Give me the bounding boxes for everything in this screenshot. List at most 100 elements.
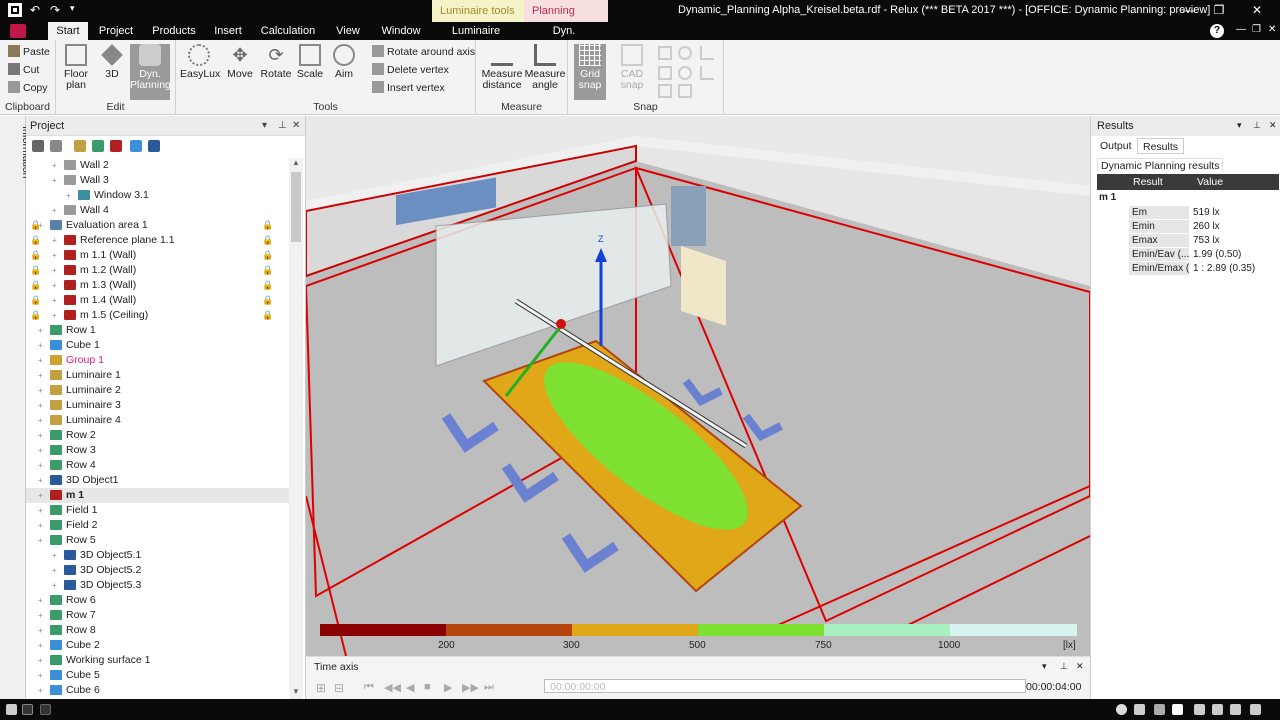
chair-tool-icon[interactable] xyxy=(148,140,160,152)
tree-item[interactable]: + Row 5 xyxy=(26,533,290,548)
view-top-icon[interactable] xyxy=(1230,704,1241,715)
tree-item[interactable]: + Row 6 xyxy=(26,593,290,608)
time-axis-close-icon[interactable]: ✕ xyxy=(1076,661,1084,672)
layers-icon[interactable] xyxy=(50,140,62,152)
tab-output[interactable]: Output xyxy=(1095,138,1137,154)
ribbon-restore-icon[interactable]: ❐ xyxy=(1252,24,1261,35)
tree-scrollbar[interactable]: ▲ ▼ xyxy=(289,158,303,699)
expand-icon[interactable]: + xyxy=(38,488,43,503)
lock-icon[interactable]: 🔒 xyxy=(262,263,273,278)
lock-icon[interactable]: 🔒 xyxy=(262,233,273,248)
expand-icon[interactable]: + xyxy=(38,668,43,683)
time-axis-menu-icon[interactable]: ▾ xyxy=(1042,661,1047,672)
easylux-button[interactable]: EasyLux xyxy=(180,44,220,100)
result-row[interactable]: Emin/Eav (... 1.99 (0.50) xyxy=(1097,248,1279,262)
add-keyframe-icon[interactable]: ⊞ xyxy=(316,681,326,695)
expand-icon[interactable]: + xyxy=(38,428,43,443)
plane-tool-icon[interactable] xyxy=(110,140,122,152)
tree-item[interactable]: + m 1.5 (Ceiling) 🔒 🔒 xyxy=(26,308,290,323)
redo-icon[interactable]: ↷ xyxy=(50,3,60,17)
expand-icon[interactable]: + xyxy=(38,653,43,668)
dynamic-planning-results-tab[interactable]: Dynamic Planning results xyxy=(1097,158,1224,172)
tree-item[interactable]: + Luminaire 4 xyxy=(26,413,290,428)
expand-icon[interactable]: + xyxy=(38,398,43,413)
maximize-button[interactable]: ❐ xyxy=(1206,0,1232,22)
tree-item[interactable]: + Wall 4 xyxy=(26,203,290,218)
cad-snap-button[interactable]: CAD snap xyxy=(616,44,648,100)
snap-midpoint-icon[interactable] xyxy=(678,84,692,98)
context-tab-planning-tools[interactable]: Planning Tools xyxy=(524,0,608,39)
expand-icon[interactable]: + xyxy=(52,158,57,173)
tab-results[interactable]: Results xyxy=(1137,138,1185,154)
3d-view-button[interactable]: 3D xyxy=(96,44,128,100)
tab-calculation[interactable]: Calculation xyxy=(258,22,318,40)
close-button[interactable]: ✕ xyxy=(1244,0,1270,22)
aim-button[interactable]: Aim xyxy=(328,44,360,100)
luminaire-tool-icon[interactable] xyxy=(74,140,86,152)
lock-icon[interactable]: 🔒 xyxy=(262,248,273,263)
panel-menu-icon[interactable]: ▾ xyxy=(262,120,267,131)
tab-start[interactable]: Start xyxy=(48,22,88,40)
tree-item[interactable]: + Row 1 xyxy=(26,323,290,338)
minimize-button[interactable]: — xyxy=(1176,0,1202,22)
copy-button[interactable]: Copy xyxy=(8,80,48,96)
remove-keyframe-icon[interactable]: ⊟ xyxy=(334,681,344,695)
results-menu-icon[interactable]: ▾ xyxy=(1237,120,1242,131)
expand-icon[interactable]: + xyxy=(38,353,43,368)
expand-icon[interactable]: + xyxy=(52,293,57,308)
play-back-icon[interactable]: ◀ xyxy=(406,681,414,694)
tree-item[interactable]: + Wall 2 xyxy=(26,158,290,173)
tree-item[interactable]: + Cube 2 xyxy=(26,638,290,653)
expand-icon[interactable]: + xyxy=(38,368,43,383)
tree-item[interactable]: + Window 3.1 xyxy=(26,188,290,203)
grid-snap-button[interactable]: Grid snap xyxy=(574,44,606,100)
expand-icon[interactable]: + xyxy=(38,383,43,398)
tab-project[interactable]: Project xyxy=(94,22,138,40)
lock-icon[interactable]: 🔒 xyxy=(30,248,41,263)
tree-item[interactable]: + Luminaire 1 xyxy=(26,368,290,383)
view-side-icon[interactable] xyxy=(1212,704,1223,715)
expand-icon[interactable]: + xyxy=(38,683,43,698)
tree-item[interactable]: + m 1 xyxy=(26,488,290,503)
view-cube-icon[interactable] xyxy=(1154,704,1165,715)
expand-icon[interactable]: + xyxy=(38,533,43,548)
tree-item[interactable]: + m 1.4 (Wall) 🔒 🔒 xyxy=(26,293,290,308)
skip-end-icon[interactable]: ⏭ xyxy=(484,681,494,694)
tab-luminaire[interactable]: Luminaire xyxy=(448,22,504,40)
expand-icon[interactable]: + xyxy=(52,548,57,563)
status-view-icon[interactable] xyxy=(22,704,33,715)
lock-icon[interactable]: 🔒 xyxy=(262,308,273,323)
tree-item[interactable]: + Row 2 xyxy=(26,428,290,443)
tree-item[interactable]: + Row 8 xyxy=(26,623,290,638)
snap-perpendicular-icon[interactable] xyxy=(700,66,714,80)
tree-item[interactable]: + m 1.2 (Wall) 🔒 🔒 xyxy=(26,263,290,278)
expand-icon[interactable]: + xyxy=(52,278,57,293)
scale-button[interactable]: Scale xyxy=(294,44,326,100)
tab-products[interactable]: Products xyxy=(148,22,200,40)
tree-item[interactable]: +3D Object1 xyxy=(26,473,290,488)
tree-item[interactable]: + Luminaire 3 xyxy=(26,398,290,413)
zoom-icon[interactable] xyxy=(1116,704,1127,715)
snap-line-icon[interactable] xyxy=(658,46,672,60)
tree-item[interactable]: + Field 2 xyxy=(26,518,290,533)
lock-icon[interactable]: 🔒 xyxy=(30,308,41,323)
snap-intersection-icon[interactable] xyxy=(658,84,672,98)
tree-item[interactable]: + Field 1 xyxy=(26,503,290,518)
expand-icon[interactable]: + xyxy=(38,638,43,653)
floor-plan-button[interactable]: Floor plan xyxy=(60,44,92,100)
3d-viewport[interactable]: Z xyxy=(306,116,1090,656)
cube-tool-icon[interactable] xyxy=(130,140,142,152)
scene-render[interactable]: Z xyxy=(306,116,1090,656)
rotate-button[interactable]: ⟳ Rotate xyxy=(260,44,292,100)
scroll-down-icon[interactable]: ▼ xyxy=(289,687,303,699)
ribbon-minimize-icon[interactable]: — xyxy=(1236,24,1246,35)
scroll-thumb[interactable] xyxy=(291,172,301,242)
building-icon[interactable] xyxy=(32,140,44,152)
step-forward-icon[interactable]: ▶▶ xyxy=(462,681,479,694)
snap-circle-icon[interactable] xyxy=(678,46,692,60)
lock-icon[interactable]: 🔒 xyxy=(30,233,41,248)
app-logo-icon[interactable] xyxy=(8,3,22,17)
tree-item[interactable]: +3D Object5.2 xyxy=(26,563,290,578)
tree-item[interactable]: + Wall 3 xyxy=(26,173,290,188)
tree-item[interactable]: + Cube 1 xyxy=(26,338,290,353)
